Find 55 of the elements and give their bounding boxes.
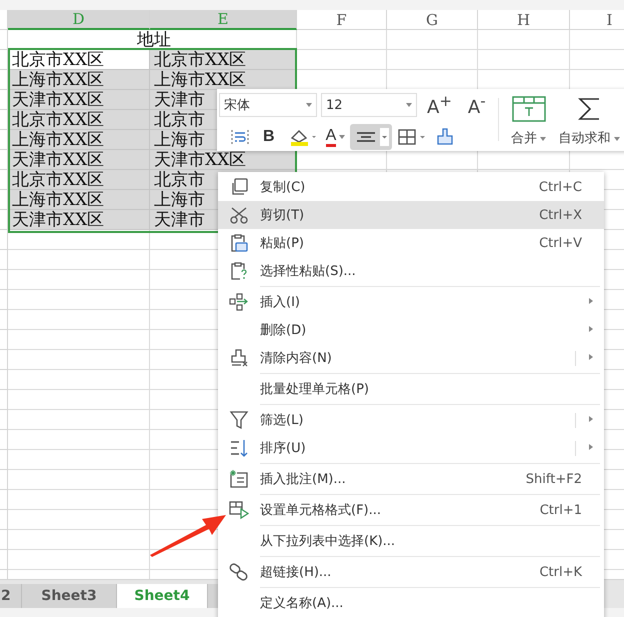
menu-item[interactable]: 选择性粘贴(S)... xyxy=(218,257,604,285)
sheet-tab[interactable]: Sheet3 xyxy=(22,584,117,608)
wrap-text-icon xyxy=(230,128,250,146)
column-header[interactable]: F xyxy=(297,10,387,30)
table-cell: 天津市XX区 xyxy=(8,90,150,110)
filter-icon xyxy=(229,410,249,430)
insert-icon xyxy=(229,292,249,312)
clipboard-icon xyxy=(229,233,249,253)
link-icon xyxy=(229,562,249,582)
menu-item[interactable]: 定义名称(A)... xyxy=(218,589,604,617)
table-cell: 北京市XX区 xyxy=(150,50,297,70)
format-cells-icon xyxy=(229,500,249,520)
table-cell: 天津市XX区 xyxy=(8,150,150,170)
brush-icon xyxy=(435,127,456,147)
menu-item[interactable]: 超链接(H)... Ctrl+K xyxy=(218,558,604,586)
menu-item[interactable]: 粘贴(P) Ctrl+V xyxy=(218,229,604,257)
table-cell: 天津市XX区 xyxy=(150,150,297,170)
comment-icon xyxy=(229,469,249,489)
font-dropdown[interactable]: 宋体 xyxy=(219,93,317,117)
menu-item[interactable]: 插入批注(M)... Shift+F2 xyxy=(218,465,604,493)
menu-item[interactable]: 排序(U) xyxy=(218,434,604,462)
table-cell: 上海市XX区 xyxy=(8,130,150,150)
merge-cells-icon xyxy=(510,95,547,123)
autosum-button[interactable]: 自动求和 xyxy=(552,92,624,151)
merge-button[interactable]: 合并 xyxy=(504,92,553,151)
scissors-icon xyxy=(229,205,249,225)
column-header[interactable]: G xyxy=(387,10,478,30)
table-cell: 北京市XX区 xyxy=(8,50,150,70)
eraser-icon xyxy=(229,348,249,368)
menu-item[interactable]: 筛选(L) xyxy=(218,406,604,434)
sheet-tab[interactable]: Sheet4 xyxy=(117,584,208,608)
clipboard-icon xyxy=(229,261,249,281)
table-cell: 天津市XX区 xyxy=(8,210,150,230)
border-icon xyxy=(397,128,428,146)
sheet-tab[interactable]: 2 xyxy=(0,584,22,608)
table-cell: 上海市XX区 xyxy=(8,70,150,90)
menu-item[interactable]: 剪切(T) Ctrl+X xyxy=(218,201,604,229)
size-dropdown[interactable]: 12 xyxy=(321,93,417,117)
table-cell: 上海市XX区 xyxy=(150,70,297,90)
column-header[interactable]: H xyxy=(478,10,570,30)
table-cell: 北京市XX区 xyxy=(8,170,150,190)
font-color-button[interactable]: A xyxy=(322,124,348,150)
grow-font-button[interactable]: A$^{+}$ xyxy=(421,92,458,118)
sort-icon xyxy=(229,438,249,458)
column-header[interactable]: I xyxy=(570,10,624,30)
menu-item[interactable]: 从下拉列表中选择(K)... xyxy=(218,527,604,555)
align-center-button[interactable] xyxy=(350,124,392,150)
shrink-font-button[interactable]: A$^{-}$ xyxy=(462,92,492,118)
menu-item[interactable]: 删除(D) xyxy=(218,316,604,344)
table-cell: 上海市XX区 xyxy=(8,190,150,210)
menu-item[interactable]: 设置单元格格式(F)... Ctrl+1 xyxy=(218,496,604,524)
menu-item[interactable]: 插入(I) xyxy=(218,288,604,316)
menu-item[interactable]: 清除内容(N) xyxy=(218,344,604,372)
table-cell: 北京市XX区 xyxy=(8,110,150,130)
menu-item[interactable]: 批量处理单元格(P) xyxy=(218,375,604,403)
